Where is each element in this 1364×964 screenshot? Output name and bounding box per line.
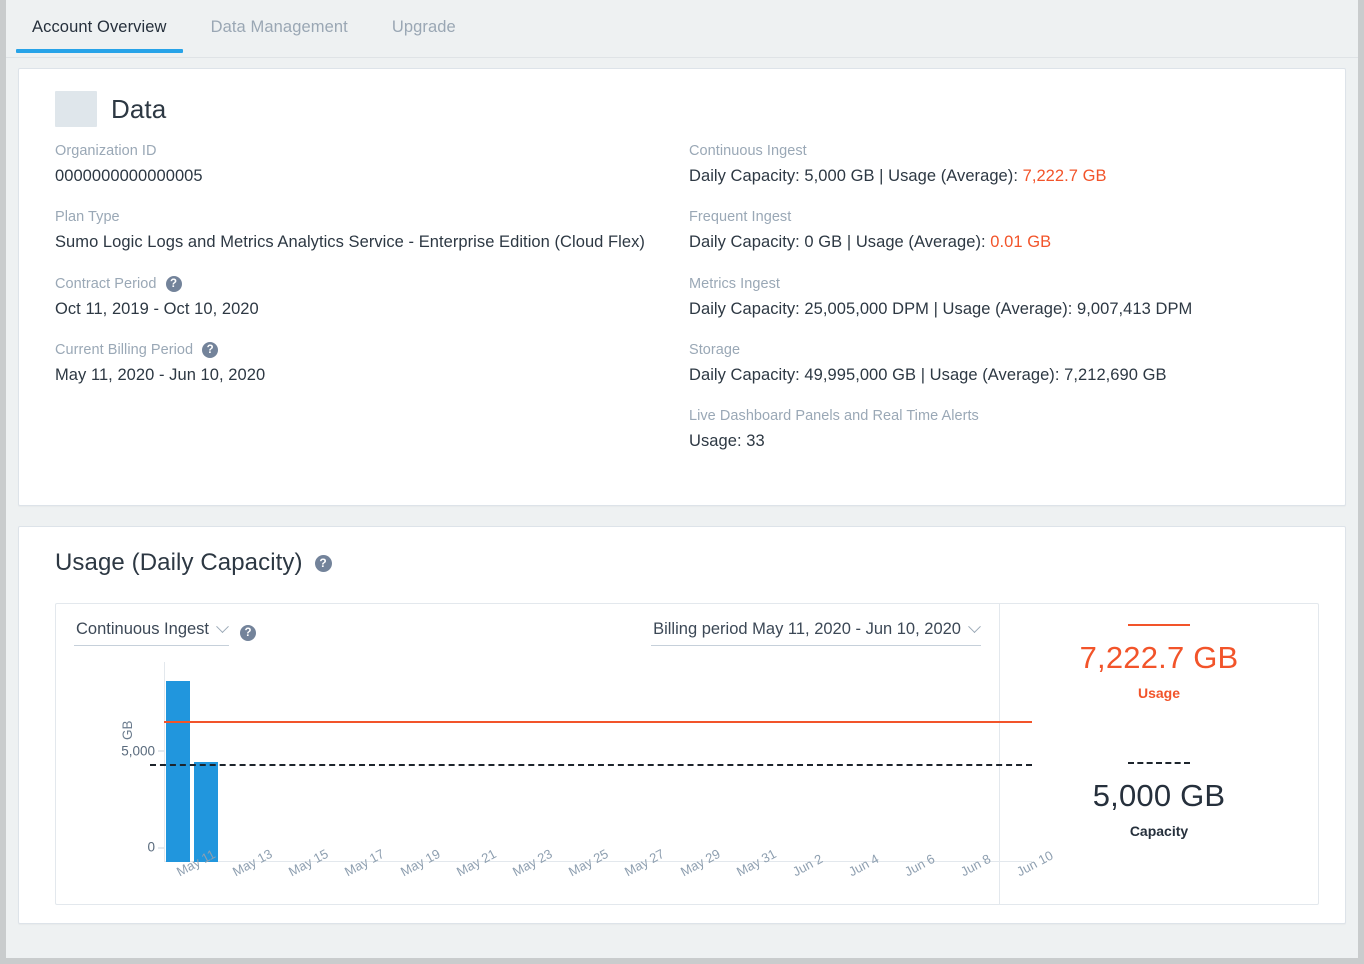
field-value: Daily Capacity: 49,995,000 GB | Usage (A… <box>689 364 1323 386</box>
usage-section-title: Usage (Daily Capacity) ? <box>55 549 1323 577</box>
tab-upgrade[interactable]: Upgrade <box>370 0 478 53</box>
account-columns: Organization ID 0000000000000005 Plan Ty… <box>41 143 1323 452</box>
label-text: Storage <box>689 342 740 358</box>
usage-reference-line <box>164 721 1032 723</box>
usage-card: Usage (Daily Capacity) ? Continuous Inge… <box>18 526 1346 924</box>
chevron-down-icon <box>968 620 981 633</box>
field-value: 0000000000000005 <box>55 165 667 187</box>
field-metrics-ingest: Metrics Ingest Daily Capacity: 25,005,00… <box>689 276 1323 320</box>
billing-period-select[interactable]: Billing period May 11, 2020 - Jun 10, 20… <box>651 620 981 646</box>
field-label: Storage <box>689 342 1323 358</box>
chart-pane: Continuous Ingest ? Billing period May 1… <box>56 604 1000 904</box>
label-text: Plan Type <box>55 209 120 225</box>
field-label: Metrics Ingest <box>689 276 1323 292</box>
chevron-down-icon <box>216 620 229 633</box>
field-label: Frequent Ingest <box>689 209 1323 225</box>
tab-label: Upgrade <box>392 18 456 36</box>
field-value: Daily Capacity: 25,005,000 DPM | Usage (… <box>689 298 1323 320</box>
metric-selector-group: Continuous Ingest ? <box>74 620 256 646</box>
field-organization-id: Organization ID 0000000000000005 <box>55 143 667 187</box>
field-plan-type: Plan Type Sumo Logic Logs and Metrics An… <box>55 209 667 253</box>
help-icon[interactable]: ? <box>202 342 218 358</box>
metric-select-value: Continuous Ingest <box>76 620 209 639</box>
period-selector-group: Billing period May 11, 2020 - Jun 10, 20… <box>651 620 981 646</box>
organization-name: Data <box>111 94 166 125</box>
bar-chart-plot: 05,000 <box>164 666 1032 862</box>
y-axis-tick-label: 5,000 <box>121 743 155 758</box>
label-text: Current Billing Period <box>55 342 193 358</box>
metric-select[interactable]: Continuous Ingest <box>74 620 229 646</box>
y-axis-title: GB <box>120 720 135 740</box>
field-value: May 11, 2020 - Jun 10, 2020 <box>55 364 667 386</box>
field-value: Usage: 33 <box>689 430 1323 452</box>
help-icon[interactable]: ? <box>315 555 332 572</box>
x-axis-tick-labels: May 11May 13May 15May 17May 19May 21May … <box>164 866 1032 906</box>
field-current-billing-period: Current Billing Period ? May 11, 2020 - … <box>55 342 667 386</box>
tab-bar: Account Overview Data Management Upgrade <box>6 0 1358 58</box>
legend-usage-block: 7,222.7 GB Usage <box>1000 624 1318 701</box>
capacity-value: 5,000 GB <box>1000 778 1318 814</box>
label-text: Live Dashboard Panels and Real Time Aler… <box>689 408 979 424</box>
usage-line-swatch-icon <box>1128 624 1190 626</box>
label-text: Contract Period <box>55 276 157 292</box>
field-label: Organization ID <box>55 143 667 159</box>
bar[interactable] <box>166 681 191 862</box>
field-label: Continuous Ingest <box>689 143 1323 159</box>
value-highlight: 0.01 GB <box>990 233 1051 251</box>
value-highlight: 7,222.7 GB <box>1023 167 1107 185</box>
tab-data-management[interactable]: Data Management <box>189 0 370 53</box>
field-contract-period: Contract Period ? Oct 11, 2019 - Oct 10,… <box>55 276 667 320</box>
help-icon[interactable]: ? <box>166 276 182 292</box>
capacity-line-swatch-icon <box>1128 762 1190 764</box>
field-storage: Storage Daily Capacity: 49,995,000 GB | … <box>689 342 1323 386</box>
usage-value: 7,222.7 GB <box>1000 640 1318 676</box>
help-icon[interactable]: ? <box>240 625 256 641</box>
label-text: Continuous Ingest <box>689 143 807 159</box>
bar[interactable] <box>194 762 219 862</box>
field-value: Daily Capacity: 5,000 GB | Usage (Averag… <box>689 165 1323 187</box>
title-text: Usage (Daily Capacity) <box>55 549 303 577</box>
value-text: Daily Capacity: 5,000 GB | Usage (Averag… <box>689 167 1023 185</box>
page-viewport: Account Overview Data Management Upgrade… <box>6 0 1358 958</box>
value-text: Daily Capacity: 0 GB | Usage (Average): <box>689 233 990 251</box>
label-text: Metrics Ingest <box>689 276 780 292</box>
field-continuous-ingest: Continuous Ingest Daily Capacity: 5,000 … <box>689 143 1323 187</box>
chart-controls: Continuous Ingest ? Billing period May 1… <box>74 620 981 646</box>
organization-header: Data <box>55 91 1323 127</box>
field-value: Oct 11, 2019 - Oct 10, 2020 <box>55 298 667 320</box>
capacity-reference-line <box>150 764 1032 766</box>
tab-label: Account Overview <box>32 18 167 36</box>
field-value: Daily Capacity: 0 GB | Usage (Average): … <box>689 231 1323 253</box>
account-left-column: Organization ID 0000000000000005 Plan Ty… <box>41 143 667 452</box>
organization-logo-icon <box>55 91 97 127</box>
y-axis-tick-label: 0 <box>147 840 155 855</box>
account-overview-card: Data Organization ID 0000000000000005 Pl… <box>18 68 1346 506</box>
field-frequent-ingest: Frequent Ingest Daily Capacity: 0 GB | U… <box>689 209 1323 253</box>
label-text: Frequent Ingest <box>689 209 791 225</box>
field-value: Sumo Logic Logs and Metrics Analytics Se… <box>55 231 667 253</box>
field-live-dashboard-panels: Live Dashboard Panels and Real Time Aler… <box>689 408 1323 452</box>
field-label: Live Dashboard Panels and Real Time Aler… <box>689 408 1323 424</box>
account-right-column: Continuous Ingest Daily Capacity: 5,000 … <box>667 143 1323 452</box>
field-label: Contract Period ? <box>55 276 667 292</box>
field-label: Plan Type <box>55 209 667 225</box>
billing-period-value: Billing period May 11, 2020 - Jun 10, 20… <box>653 620 961 639</box>
chart-legend-pane: 7,222.7 GB Usage 5,000 GB Capacity <box>1000 604 1318 904</box>
label-text: Organization ID <box>55 143 157 159</box>
tab-account-overview[interactable]: Account Overview <box>10 0 189 53</box>
legend-capacity-block: 5,000 GB Capacity <box>1000 762 1318 839</box>
capacity-label: Capacity <box>1000 823 1318 839</box>
usage-label: Usage <box>1000 685 1318 701</box>
usage-chart-container: Continuous Ingest ? Billing period May 1… <box>55 603 1319 905</box>
tab-label: Data Management <box>211 18 348 36</box>
field-label: Current Billing Period ? <box>55 342 667 358</box>
